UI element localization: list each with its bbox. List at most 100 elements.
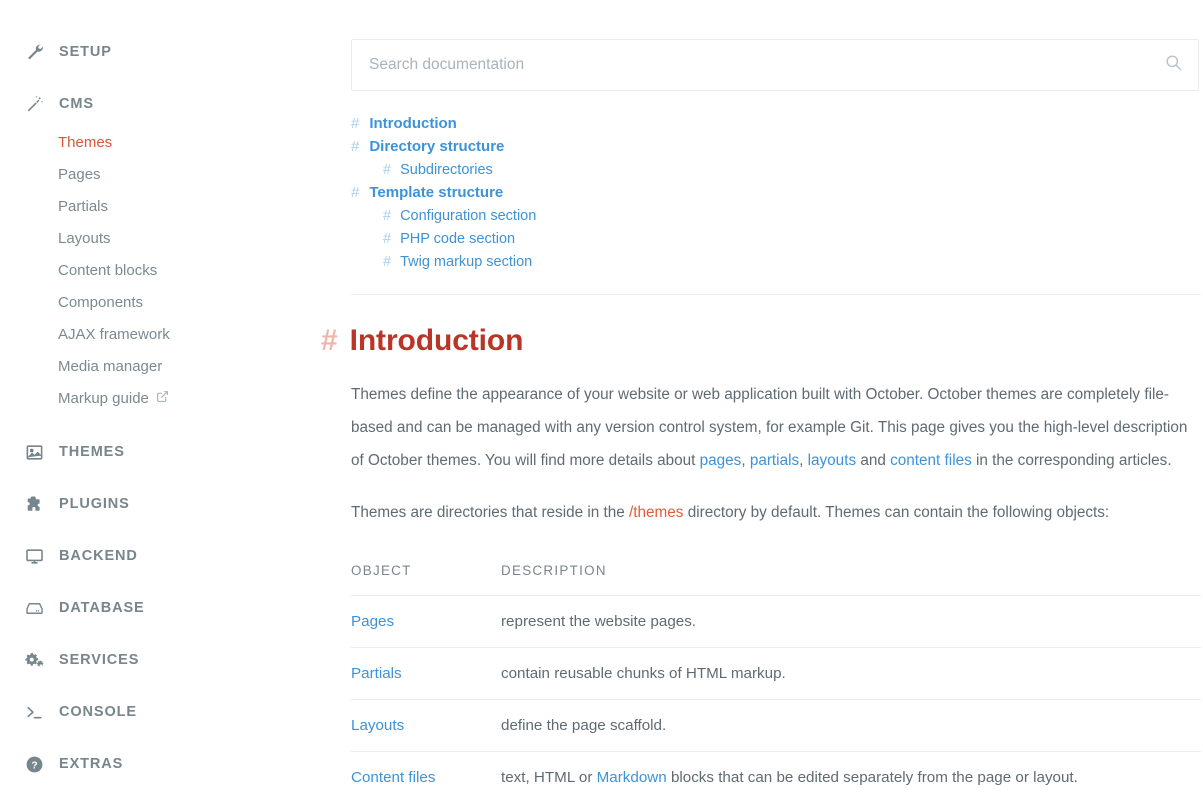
- link-markdown[interactable]: Markdown: [597, 769, 667, 786]
- toc-link-twig-markup-section[interactable]: # Twig markup section: [383, 254, 532, 270]
- sidebar-item-setup[interactable]: SETUP: [0, 36, 345, 68]
- link-pages-row[interactable]: Pages: [351, 613, 394, 630]
- toc-label: Subdirectories: [400, 162, 493, 178]
- toc-link-subdirectories[interactable]: # Subdirectories: [383, 162, 493, 178]
- link-layouts[interactable]: layouts: [808, 452, 856, 469]
- sidebar-label-cms: CMS: [51, 97, 94, 112]
- nav-section-themes: THEMES: [0, 436, 345, 468]
- sidebar-item-themes-section[interactable]: THEMES: [0, 436, 345, 468]
- link-partials-row[interactable]: Partials: [351, 665, 402, 682]
- search-input[interactable]: [351, 39, 1199, 91]
- monitor-icon: [25, 547, 51, 566]
- sidebar-item-content-blocks[interactable]: Content blocks: [58, 263, 157, 278]
- table-cell-object: Partials: [351, 648, 501, 700]
- list-item: Content blocks: [0, 254, 345, 286]
- sidebar-label-extras: EXTRAS: [51, 757, 123, 772]
- toc-link-php-code-section[interactable]: #PHP code section: [383, 231, 515, 247]
- sidebar-item-partials[interactable]: Partials: [58, 199, 108, 214]
- objects-table: OBJECT DESCRIPTION Pages represent the w…: [351, 563, 1201, 801]
- sidebar-item-services[interactable]: SERVICES: [0, 644, 345, 676]
- hash-icon: #: [383, 254, 391, 270]
- gears-icon: [25, 650, 51, 670]
- paragraph-sep: ,: [741, 452, 750, 469]
- toc-link-template-structure[interactable]: #Template structure: [351, 184, 503, 201]
- toc-label: Directory structure: [369, 138, 504, 155]
- sidebar-label-themes: THEMES: [51, 445, 125, 460]
- page-title-label: Introduction: [350, 323, 524, 359]
- main-content: # Introduction # Directory structure # Subd…: [345, 0, 1203, 801]
- intro-paragraph-1: Themes define the appearance of your web…: [351, 378, 1191, 477]
- table-head: OBJECT DESCRIPTION: [351, 563, 1201, 596]
- wrench-icon: [25, 43, 51, 62]
- nav-section-extras: ? EXTRAS: [0, 748, 345, 780]
- sidebar-item-media-manager[interactable]: Media manager: [58, 359, 162, 374]
- nav-section-services: SERVICES: [0, 644, 345, 676]
- magic-wand-icon: [25, 95, 51, 114]
- table-cell-object: Pages: [351, 596, 501, 648]
- link-partials[interactable]: partials: [750, 452, 799, 469]
- external-link-icon: [156, 390, 169, 406]
- list-item: AJAX framework: [0, 318, 345, 350]
- description-text: blocks that can be edited separately fro…: [667, 769, 1078, 786]
- sidebar-item-console[interactable]: CONSOLE: [0, 696, 345, 728]
- table-of-contents: # Introduction # Directory structure # Subd…: [351, 115, 1203, 271]
- sidebar-item-markup-guide[interactable]: Markup guide: [58, 390, 169, 406]
- sidebar-item-cms[interactable]: CMS: [0, 88, 345, 120]
- toc-link-configuration-section[interactable]: #Configuration section: [383, 208, 536, 224]
- link-content-files[interactable]: content files: [890, 452, 972, 469]
- sidebar-item-layouts[interactable]: Layouts: [58, 231, 111, 246]
- sidebar-item-plugins[interactable]: PLUGINS: [0, 488, 345, 520]
- table-cell-description: contain reusable chunks of HTML markup.: [501, 648, 1201, 700]
- paragraph-sep: and: [856, 452, 890, 469]
- list-item: # Directory structure: [351, 138, 1203, 156]
- question-circle-icon: ?: [25, 755, 51, 774]
- table-header-row: OBJECT DESCRIPTION: [351, 563, 1201, 596]
- paragraph-sep: ,: [799, 452, 808, 469]
- sidebar-item-database[interactable]: DATABASE: [0, 592, 345, 624]
- terminal-icon: [25, 703, 51, 722]
- sidebar-label-setup: SETUP: [51, 45, 112, 60]
- sidebar-sublist-cms: Themes Pages Partials Layouts Content bl…: [0, 126, 345, 414]
- toc-label: Introduction: [369, 115, 456, 132]
- hash-icon: #: [383, 231, 391, 247]
- nav-section-console: CONSOLE: [0, 696, 345, 728]
- list-item: #Configuration section: [351, 207, 1203, 225]
- nav-section-backend: BACKEND: [0, 540, 345, 572]
- sidebar-item-themes[interactable]: Themes: [58, 135, 112, 150]
- table-header-description: DESCRIPTION: [501, 563, 1201, 596]
- hash-icon: #: [383, 162, 391, 178]
- toc-label: Twig markup section: [400, 254, 532, 270]
- link-content-files-row[interactable]: Content files: [351, 769, 435, 786]
- sidebar-item-backend[interactable]: BACKEND: [0, 540, 345, 572]
- table-cell-description: text, HTML or Markdown blocks that can b…: [501, 752, 1201, 801]
- description-text: define the page scaffold.: [501, 717, 666, 734]
- hash-icon: #: [351, 138, 359, 155]
- database-icon: [25, 599, 51, 618]
- sidebar-item-ajax-framework[interactable]: AJAX framework: [58, 327, 170, 342]
- list-item: Pages: [0, 158, 345, 190]
- table-cell-description: represent the website pages.: [501, 596, 1201, 648]
- toc-link-directory-structure[interactable]: # Directory structure: [351, 138, 504, 155]
- table-header-object: OBJECT: [351, 563, 501, 596]
- list-item: Components: [0, 286, 345, 318]
- list-item: Media manager: [0, 350, 345, 382]
- sidebar-item-extras[interactable]: ? EXTRAS: [0, 748, 345, 780]
- table-row: Pages represent the website pages.: [351, 596, 1201, 648]
- hash-icon: #: [321, 323, 338, 359]
- sidebar-item-components[interactable]: Components: [58, 295, 143, 310]
- page-title: #Introduction: [351, 323, 1203, 359]
- link-layouts-row[interactable]: Layouts: [351, 717, 404, 734]
- nav-section-setup: SETUP: [0, 36, 345, 68]
- sidebar-label-console: CONSOLE: [51, 705, 137, 720]
- table-cell-object: Content files: [351, 752, 501, 801]
- toc-link-introduction[interactable]: # Introduction: [351, 115, 457, 132]
- sidebar-item-pages[interactable]: Pages: [58, 167, 101, 182]
- link-pages[interactable]: pages: [700, 452, 742, 469]
- toc-label: Configuration section: [400, 208, 536, 224]
- hash-icon: #: [351, 115, 359, 132]
- list-item: #Template structure: [351, 184, 1203, 202]
- sidebar-label-backend: BACKEND: [51, 549, 138, 564]
- intro-paragraph-2: Themes are directories that reside in th…: [351, 496, 1191, 529]
- nav-section-plugins: PLUGINS: [0, 488, 345, 520]
- description-text: text, HTML or: [501, 769, 597, 786]
